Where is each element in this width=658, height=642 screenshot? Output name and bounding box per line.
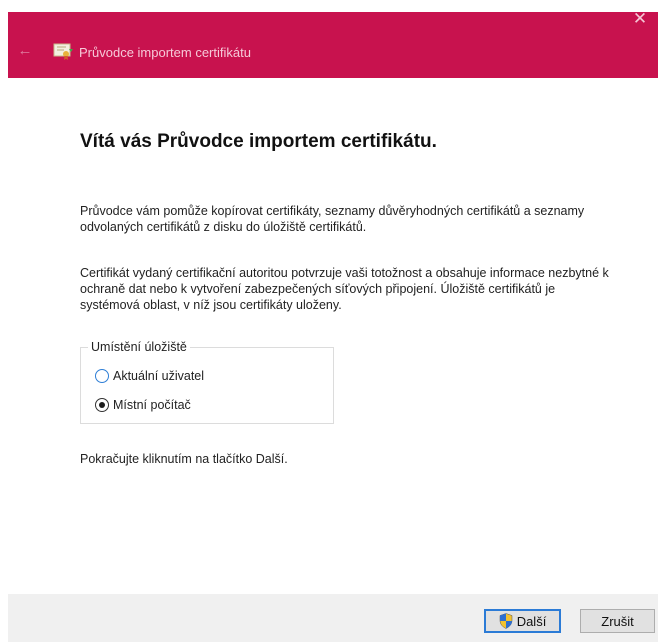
radio-button-checked[interactable]	[95, 398, 109, 412]
title-bar: ✕ ← Průvodce importem certifikátu	[8, 9, 658, 78]
radio-current-user[interactable]: Aktuální uživatel	[95, 367, 204, 385]
uac-shield-icon	[499, 613, 512, 629]
cancel-button[interactable]: Zrušit	[580, 609, 655, 633]
store-location-groupbox: Umístění úložiště Aktuální uživatel Míst…	[80, 340, 334, 424]
radio-button-unchecked[interactable]	[95, 369, 109, 383]
certificate-description-paragraph: Certifikát vydaný certifikační autoritou…	[80, 266, 609, 312]
continue-instruction: Pokračujte kliknutím na tlačítko Další.	[80, 452, 288, 466]
close-button[interactable]: ✕	[628, 8, 652, 30]
radio-current-user-label: Aktuální uživatel	[113, 369, 205, 383]
certificate-import-wizard-window: ✕ ← Průvodce importem certifikátu Vítá v…	[0, 0, 658, 642]
next-button[interactable]: Další	[484, 609, 561, 633]
back-button[interactable]: ←	[16, 42, 34, 60]
store-location-legend: Umístění úložiště	[88, 340, 190, 354]
button-bar: Další Zrušit	[8, 594, 658, 642]
intro-paragraph: Průvodce vám pomůže kopírovat certifikát…	[80, 204, 585, 234]
certificate-icon	[53, 43, 73, 60]
next-button-label: Další	[516, 613, 547, 629]
radio-local-machine-label: Místní počítač	[113, 398, 191, 412]
window-title: Průvodce importem certifikátu	[79, 45, 251, 60]
radio-local-machine[interactable]: Místní počítač	[95, 396, 191, 414]
page-title: Vítá vás Průvodce importem certifikátu.	[80, 131, 437, 152]
